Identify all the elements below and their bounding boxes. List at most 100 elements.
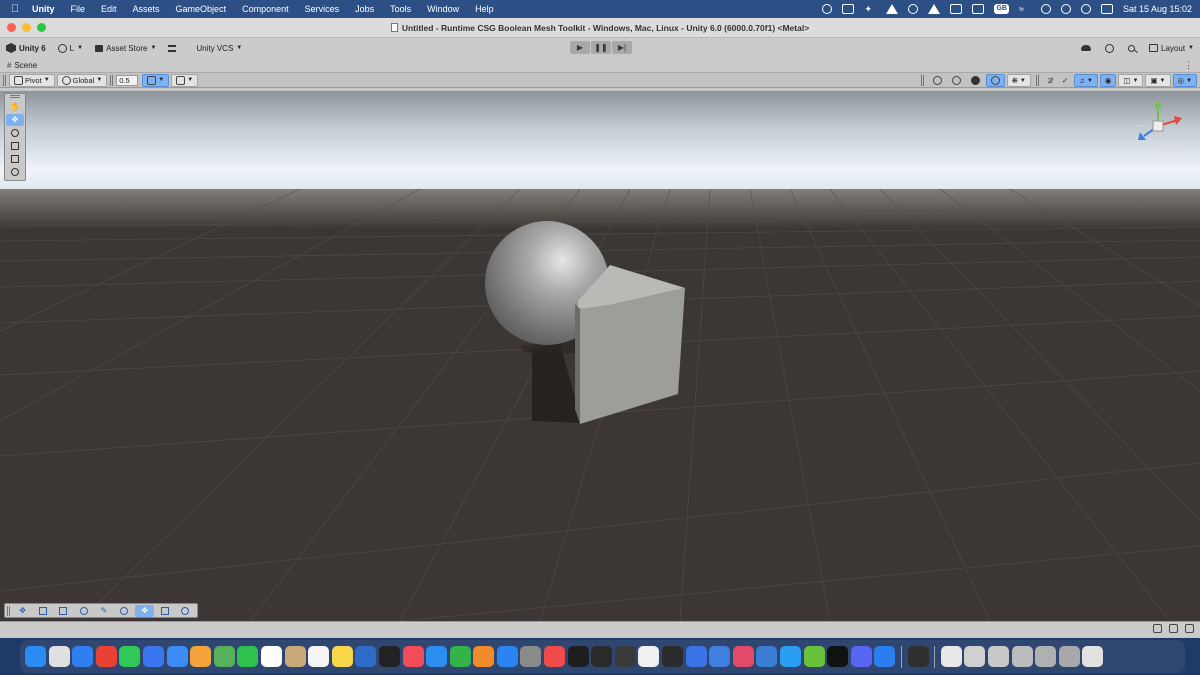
overlay-grip[interactable] bbox=[7, 605, 10, 616]
screen-icon[interactable] bbox=[842, 4, 855, 14]
dock-app-calendar-icon[interactable] bbox=[260, 646, 282, 667]
shaded-button[interactable] bbox=[967, 74, 984, 87]
dock-app-notes-icon[interactable] bbox=[331, 646, 353, 667]
dock-app-finder-icon[interactable] bbox=[25, 646, 46, 667]
toolbar-grip[interactable] bbox=[1035, 75, 1039, 86]
asset-store-dropdown[interactable]: Asset Store ▼ bbox=[89, 44, 162, 53]
dock-app-discord-icon[interactable] bbox=[850, 646, 872, 667]
dock-app-unity-hub-icon[interactable] bbox=[662, 646, 684, 667]
kebab-menu-icon[interactable]: ⋮ bbox=[1184, 60, 1193, 71]
2d-toggle[interactable]: 2̸ bbox=[1044, 74, 1056, 87]
dock-app-messages-icon[interactable] bbox=[119, 646, 141, 667]
dock-app-trash-icon[interactable] bbox=[1082, 646, 1104, 667]
gizmo-y-cone[interactable] bbox=[1154, 100, 1162, 108]
control-center-icon[interactable] bbox=[1100, 4, 1113, 14]
gizmo-x-cone[interactable] bbox=[1174, 116, 1182, 125]
keyboard-layout-badge[interactable]: GB bbox=[994, 4, 1009, 14]
debug-draw-mode-dropdown[interactable]: ❋ ▼ bbox=[1006, 74, 1031, 87]
menu-services[interactable]: Services bbox=[297, 4, 348, 14]
overlay-move-button[interactable]: ✥ bbox=[13, 605, 32, 617]
dock-app-screenshot-icon[interactable] bbox=[732, 646, 754, 667]
cloud-icon[interactable] bbox=[1081, 45, 1092, 51]
dock-app-photos-icon[interactable] bbox=[190, 646, 212, 667]
toolbar-grip[interactable] bbox=[110, 74, 114, 86]
overlay-sphere-button[interactable] bbox=[74, 605, 93, 617]
menu-jobs[interactable]: Jobs bbox=[347, 4, 382, 14]
unlit-button[interactable] bbox=[985, 74, 1005, 87]
lighting-toggle[interactable]: ✓ bbox=[1058, 74, 1072, 87]
dock-app-news-icon[interactable] bbox=[544, 646, 566, 667]
pen-icon[interactable] bbox=[886, 4, 899, 14]
rotate-tool[interactable] bbox=[6, 127, 24, 139]
center-button[interactable] bbox=[929, 74, 946, 87]
move-tool[interactable]: ✥ bbox=[6, 113, 24, 126]
toolbar-grip[interactable] bbox=[920, 75, 924, 86]
palette-grip[interactable] bbox=[10, 95, 20, 98]
scale-tool[interactable] bbox=[6, 140, 24, 152]
menu-help[interactable]: Help bbox=[467, 4, 502, 14]
grid-snap-input[interactable]: 0.5 bbox=[116, 74, 139, 86]
menu-bar-clock[interactable]: Sat 15 Aug 15:02 bbox=[1123, 4, 1192, 14]
apple-menu-icon[interactable]:  bbox=[0, 3, 30, 15]
dock-app-recent-2-icon[interactable] bbox=[987, 646, 1009, 667]
dock-app-tv-icon[interactable] bbox=[378, 646, 400, 667]
dock-app-contacts-icon[interactable] bbox=[284, 646, 306, 667]
dock-app-reminders-icon[interactable] bbox=[308, 646, 330, 667]
close-window-button[interactable] bbox=[7, 23, 16, 32]
display-icon[interactable] bbox=[972, 4, 985, 14]
progress-icon[interactable] bbox=[1169, 624, 1178, 633]
shaded-wireframe-button[interactable] bbox=[948, 74, 965, 87]
dock-app-gemini-icon[interactable] bbox=[685, 646, 707, 667]
dock-app-testflight-icon[interactable] bbox=[874, 646, 896, 667]
tab-scene[interactable]: # Scene bbox=[0, 61, 37, 70]
toolbar-grip[interactable] bbox=[3, 74, 6, 86]
overlay-transform-button[interactable]: ✥ bbox=[135, 604, 155, 617]
menu-window[interactable]: Window bbox=[419, 4, 467, 14]
menu-tools[interactable]: Tools bbox=[382, 4, 419, 14]
overlay-compass-button[interactable] bbox=[176, 605, 195, 617]
wifi-icon[interactable]: ≈ bbox=[1019, 4, 1031, 14]
dock-app-chatgpt-icon[interactable] bbox=[591, 646, 613, 667]
dock-app-terminal-icon[interactable] bbox=[567, 646, 589, 667]
pause-button[interactable]: ❚❚ bbox=[591, 41, 611, 54]
camera-dropdown[interactable]: ▣ ▼ bbox=[1145, 74, 1171, 87]
dock-app-chrome-icon[interactable] bbox=[95, 646, 117, 667]
dock-app-recent-3-icon[interactable] bbox=[1011, 646, 1033, 667]
history-icon[interactable] bbox=[1105, 43, 1115, 53]
dock-app-cursor-icon[interactable] bbox=[780, 646, 801, 667]
dock-app-signal-icon[interactable] bbox=[142, 646, 164, 667]
dock-app-xcode-icon[interactable] bbox=[756, 646, 778, 667]
search-icon[interactable] bbox=[1128, 44, 1136, 52]
unity-vcs-dropdown[interactable]: Unity VCS ▼ bbox=[190, 44, 248, 53]
dock-app-music-icon[interactable] bbox=[402, 646, 424, 667]
dock-app-arc-icon[interactable] bbox=[638, 646, 660, 667]
package-manager-button[interactable] bbox=[162, 44, 182, 52]
activity-icon[interactable] bbox=[1185, 624, 1194, 633]
account-dropdown[interactable]: L ▼ bbox=[52, 43, 89, 53]
pivot-dropdown[interactable]: Pivot ▼ bbox=[9, 73, 55, 87]
menu-app-unity[interactable]: Unity bbox=[30, 4, 63, 14]
menu-assets[interactable]: Assets bbox=[125, 4, 168, 14]
gizmo-center-cube[interactable] bbox=[1152, 120, 1164, 132]
dock-app-recent-1-icon[interactable] bbox=[964, 646, 986, 667]
menu-gameobject[interactable]: GameObject bbox=[168, 4, 235, 14]
increment-snap-dropdown[interactable]: ▼ bbox=[171, 73, 199, 87]
dock-app-maps-icon[interactable] bbox=[213, 646, 235, 667]
maximize-window-button[interactable] bbox=[37, 23, 46, 32]
dock-app-recent-5-icon[interactable] bbox=[1058, 646, 1080, 667]
overlay-align-button[interactable] bbox=[33, 605, 52, 617]
dock-app-downloads-icon[interactable] bbox=[940, 646, 962, 667]
dock-app-preview-icon[interactable] bbox=[709, 646, 731, 667]
user-icon[interactable] bbox=[1060, 4, 1071, 14]
dock-app-android-studio-icon[interactable] bbox=[803, 646, 825, 667]
step-button[interactable]: ▶| bbox=[612, 41, 632, 54]
dock-app-unity-icon[interactable] bbox=[907, 646, 929, 667]
visibility-toggle[interactable]: ◉ bbox=[1099, 74, 1117, 87]
grid-snapping-toggle[interactable]: ▼ bbox=[142, 73, 170, 87]
layout-dropdown[interactable]: Layout ▼ bbox=[1149, 44, 1194, 53]
dock-app-copilot-icon[interactable] bbox=[827, 646, 849, 667]
dock-app-numbers-icon[interactable] bbox=[449, 646, 471, 667]
play-circle-icon[interactable] bbox=[1080, 4, 1091, 14]
dock-app-mail-icon[interactable] bbox=[166, 646, 188, 667]
menu-file[interactable]: File bbox=[63, 4, 94, 14]
